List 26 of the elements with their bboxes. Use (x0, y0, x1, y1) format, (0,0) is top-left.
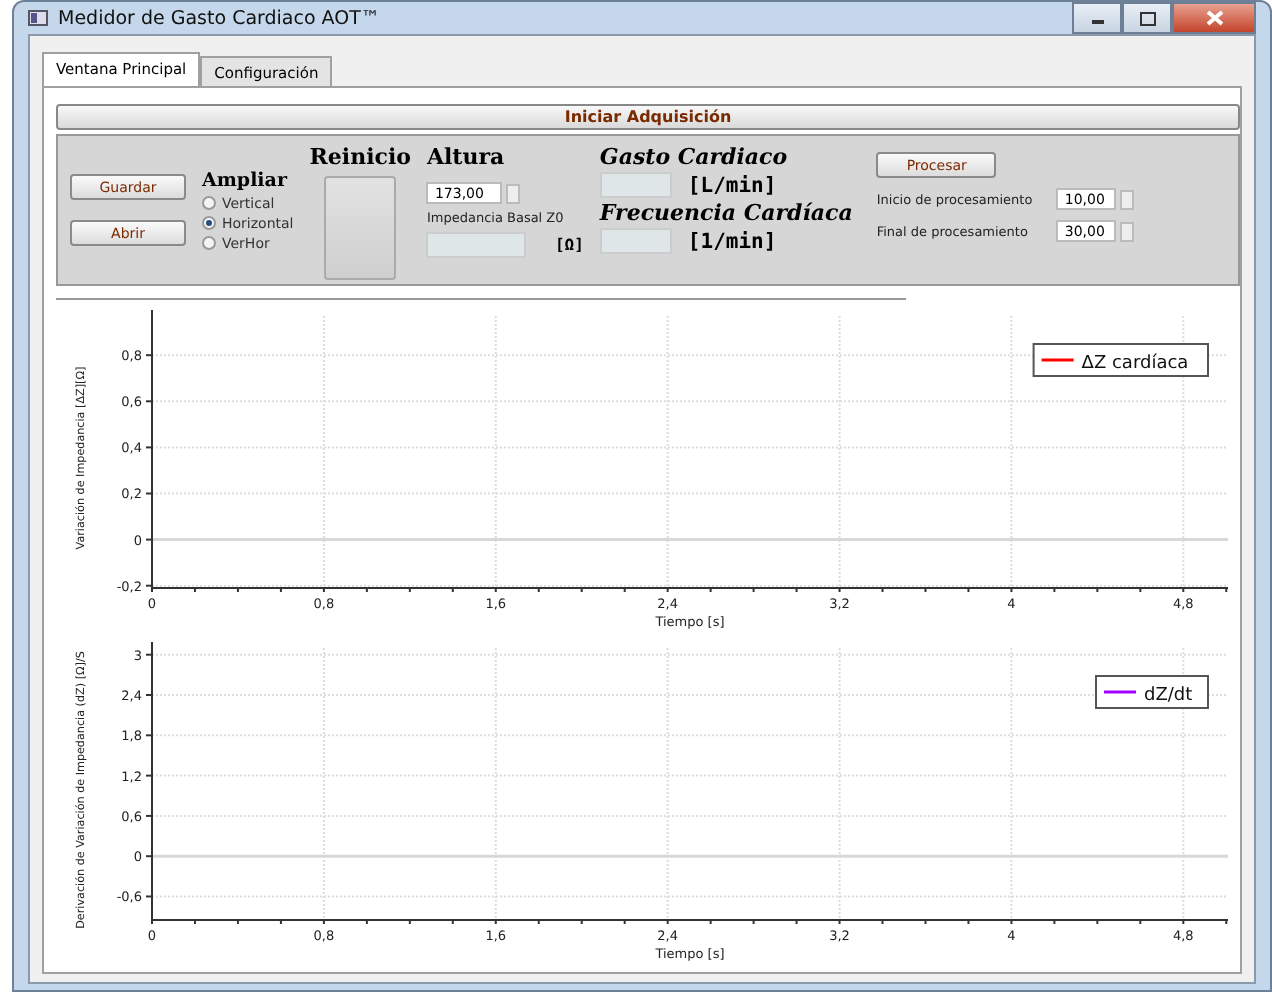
result-label: Gasto Cardiaco (599, 144, 790, 170)
impedance-field[interactable] (426, 232, 527, 258)
legend-label: dZ/dt (1144, 686, 1193, 706)
zoom-label: Ampliar (202, 169, 290, 191)
window-title: Medidor de Gasto Cardiaco AOT™ (58, 7, 382, 29)
close-icon (1205, 10, 1223, 26)
result-field[interactable] (599, 228, 672, 254)
start-acquisition-button[interactable]: Iniciar Adquisición (56, 104, 1240, 130)
result-field[interactable] (599, 172, 672, 198)
radio-icon[interactable] (202, 216, 216, 230)
result-unit: [L/min] (687, 173, 777, 197)
app-icon (28, 10, 48, 26)
close-button[interactable] (1172, 2, 1256, 34)
minimize-button[interactable] (1072, 2, 1122, 34)
maximize-icon (1139, 11, 1155, 25)
result-label: Frecuencia Cardíaca (599, 200, 853, 226)
maximize-button[interactable] (1122, 2, 1172, 34)
reset-button[interactable] (324, 176, 397, 280)
legend-box (1095, 675, 1209, 709)
impedance-unit: [Ω] (554, 236, 584, 254)
reset-label: Reinicio (309, 144, 411, 170)
radio-icon[interactable] (202, 196, 216, 210)
legend-label: ΔZ cardíaca (1081, 354, 1189, 374)
result-unit: [1/min] (687, 229, 777, 253)
height-label: Altura (426, 144, 507, 170)
radio-icon[interactable] (202, 236, 216, 250)
